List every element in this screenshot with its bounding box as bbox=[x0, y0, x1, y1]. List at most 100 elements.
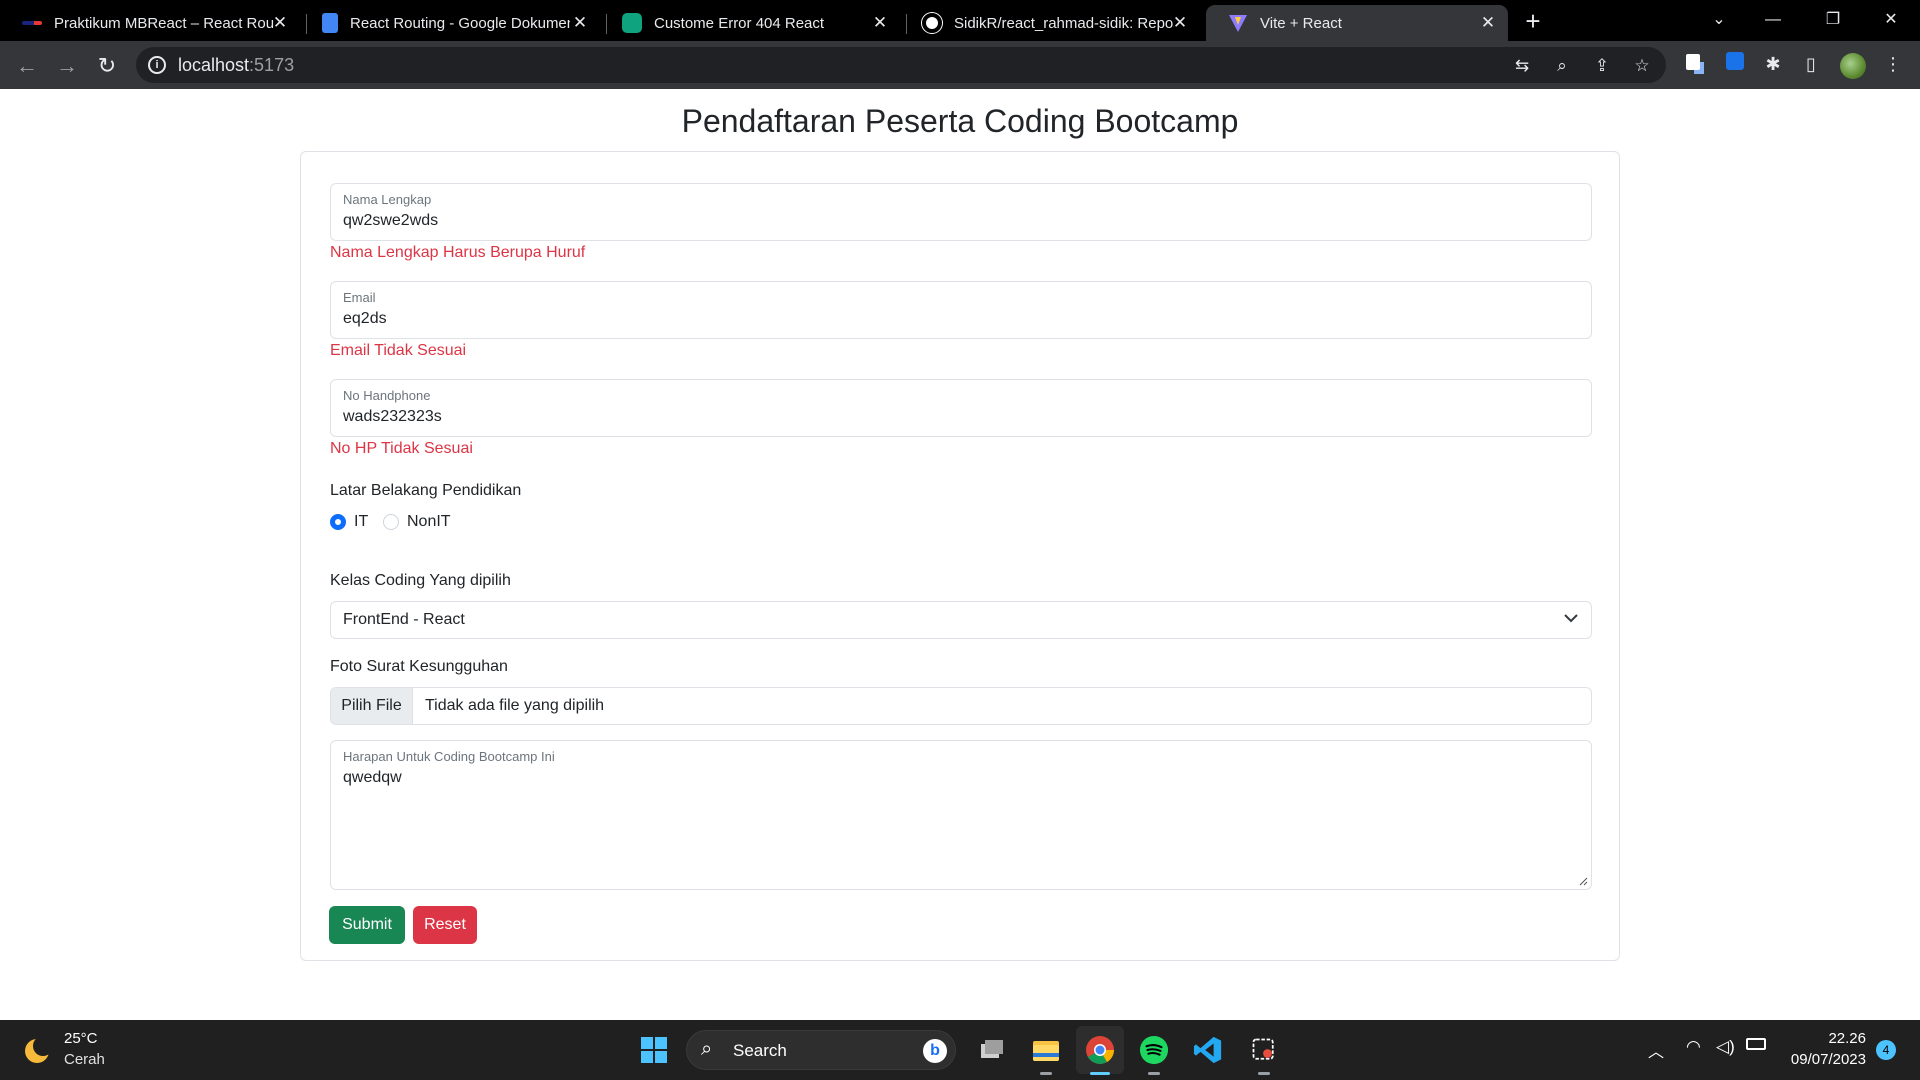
notification-badge[interactable]: 4 bbox=[1876, 1040, 1896, 1060]
pendidikan-radio-group: IT NonIT bbox=[330, 513, 630, 534]
clock-date[interactable]: 09/07/2023 bbox=[1786, 1051, 1866, 1068]
harapan-textarea[interactable]: Harapan Untuk Coding Bootcamp Ini qwedqw bbox=[330, 740, 1592, 890]
volume-icon[interactable]: ◁) bbox=[1716, 1037, 1735, 1057]
snipping-tool-icon[interactable] bbox=[1246, 1032, 1282, 1068]
page-title: Pendaftaran Peserta Coding Bootcamp bbox=[681, 103, 1239, 139]
extension-icon[interactable] bbox=[1680, 51, 1706, 77]
radio-nonit-label[interactable]: NonIT bbox=[407, 513, 451, 531]
mb-favicon-icon bbox=[22, 21, 42, 25]
taskbar-search-box[interactable]: ⌕ Search b bbox=[686, 1030, 956, 1070]
tab-close-icon[interactable]: ✕ bbox=[1478, 13, 1498, 33]
no-handphone-value[interactable]: wads232323s bbox=[343, 408, 442, 426]
minimize-button[interactable]: — bbox=[1750, 6, 1796, 34]
radio-nonit[interactable] bbox=[383, 514, 399, 530]
chrome-icon[interactable] bbox=[1082, 1032, 1118, 1068]
tab-github[interactable]: SidikR/react_rahmad-sidik: Repos ✕ bbox=[900, 5, 1200, 41]
tab-title: Vite + React bbox=[1260, 14, 1342, 32]
bookmark-star-icon[interactable]: ☆ bbox=[1630, 55, 1654, 77]
weather-moon-icon[interactable] bbox=[22, 1036, 53, 1066]
back-arrow-icon[interactable]: ← bbox=[12, 51, 42, 81]
tab-title: React Routing - Google Dokumen bbox=[350, 14, 570, 32]
no-handphone-error: No HP Tidak Sesuai bbox=[330, 440, 473, 457]
resize-handle-icon[interactable] bbox=[1578, 876, 1588, 886]
wifi-icon[interactable]: ◠ bbox=[1686, 1037, 1701, 1057]
reload-icon[interactable]: ↻ bbox=[92, 51, 122, 81]
nama-lengkap-value[interactable]: qw2swe2wds bbox=[343, 212, 438, 230]
close-window-button[interactable]: ✕ bbox=[1868, 6, 1914, 34]
weather-temp[interactable]: 25°C bbox=[64, 1030, 98, 1047]
windows-taskbar: 25°C Cerah ⌕ Search b ︿ ◠ ◁) 22.26 09/07… bbox=[0, 1020, 1920, 1080]
nama-lengkap-label: Nama Lengkap bbox=[343, 192, 432, 207]
spotify-icon[interactable] bbox=[1136, 1032, 1172, 1068]
email-value[interactable]: eq2ds bbox=[343, 310, 387, 328]
tab-vite-react[interactable]: Vite + React ✕ bbox=[1206, 5, 1508, 41]
url-host: localhost bbox=[178, 55, 250, 75]
kelas-select[interactable]: FrontEnd - React bbox=[330, 601, 1592, 639]
github-icon bbox=[922, 13, 942, 33]
tab-close-icon[interactable]: ✕ bbox=[870, 13, 890, 33]
no-handphone-field[interactable]: No Handphone wads232323s bbox=[330, 379, 1592, 437]
tab-close-icon[interactable]: ✕ bbox=[270, 13, 290, 33]
vscode-icon[interactable] bbox=[1190, 1032, 1226, 1068]
zoom-icon[interactable]: ⌕ bbox=[1550, 55, 1574, 77]
kelas-label: Kelas Coding Yang dipilih bbox=[330, 572, 511, 589]
vite-icon bbox=[1229, 15, 1247, 32]
bing-icon[interactable]: b bbox=[923, 1039, 947, 1063]
nama-lengkap-field[interactable]: Nama Lengkap qw2swe2wds bbox=[330, 183, 1592, 241]
running-indicator bbox=[1148, 1072, 1160, 1075]
weather-desc[interactable]: Cerah bbox=[64, 1051, 105, 1068]
profile-avatar[interactable] bbox=[1840, 53, 1866, 79]
tab-title: Praktikum MBReact – React Routi bbox=[54, 14, 274, 32]
translate-icon[interactable]: ⇆ bbox=[1510, 55, 1534, 77]
file-explorer-icon[interactable] bbox=[1028, 1032, 1064, 1068]
share-icon[interactable]: ⇪ bbox=[1590, 55, 1614, 77]
extensions-puzzle-icon[interactable]: ✱ bbox=[1760, 51, 1786, 77]
kelas-selected-value: FrontEnd - React bbox=[343, 611, 465, 628]
radio-it-label[interactable]: IT bbox=[354, 513, 368, 531]
choose-file-button[interactable]: Pilih File bbox=[331, 688, 413, 724]
forward-arrow-icon[interactable]: → bbox=[52, 51, 82, 81]
tab-close-icon[interactable]: ✕ bbox=[570, 13, 590, 33]
registration-form-card: Nama Lengkap qw2swe2wds Nama Lengkap Har… bbox=[300, 151, 1620, 961]
harapan-label: Harapan Untuk Coding Bootcamp Ini bbox=[343, 749, 555, 764]
tab-search-chevron-icon[interactable]: ⌄ bbox=[1696, 6, 1742, 34]
chatgpt-icon bbox=[622, 13, 642, 33]
pendidikan-label: Latar Belakang Pendidikan bbox=[330, 482, 522, 499]
menu-kebab-icon[interactable]: ⋮ bbox=[1880, 51, 1906, 77]
tab-close-icon[interactable]: ✕ bbox=[1170, 13, 1190, 33]
active-indicator bbox=[1090, 1072, 1110, 1075]
new-tab-button[interactable]: + bbox=[1520, 8, 1546, 34]
running-indicator bbox=[1258, 1072, 1270, 1075]
file-status-text: Tidak ada file yang dipilih bbox=[425, 697, 605, 714]
battery-icon[interactable] bbox=[1746, 1038, 1766, 1050]
restore-button[interactable]: ❐ bbox=[1810, 6, 1856, 34]
show-hidden-icons-chevron-icon[interactable]: ︿ bbox=[1648, 1038, 1664, 1062]
no-handphone-label: No Handphone bbox=[343, 388, 431, 403]
address-bar[interactable]: i localhost:5173 ⇆ ⌕ ⇪ ☆ bbox=[136, 47, 1666, 83]
search-label: Search bbox=[733, 1041, 787, 1060]
harapan-value[interactable]: qwedqw bbox=[343, 769, 402, 787]
submit-button[interactable]: Submit bbox=[329, 906, 405, 944]
browser-toolbar: ← → ↻ i localhost:5173 ⇆ ⌕ ⇪ ☆ ✱ ▯ ⋮ bbox=[0, 41, 1920, 89]
clock-time[interactable]: 22.26 bbox=[1802, 1030, 1866, 1047]
radio-it[interactable] bbox=[330, 514, 346, 530]
site-info-icon[interactable]: i bbox=[148, 56, 166, 74]
tab-title: Custome Error 404 React bbox=[654, 14, 825, 32]
nama-lengkap-error: Nama Lengkap Harus Berupa Huruf bbox=[330, 244, 586, 261]
search-icon: ⌕ bbox=[701, 1038, 713, 1060]
email-field[interactable]: Email eq2ds bbox=[330, 281, 1592, 339]
side-panel-icon[interactable]: ▯ bbox=[1798, 51, 1824, 77]
windows-start-icon[interactable] bbox=[636, 1032, 672, 1068]
task-view-icon[interactable] bbox=[974, 1032, 1010, 1068]
tab-title: SidikR/react_rahmad-sidik: Repos bbox=[954, 14, 1174, 32]
tab-google-docs[interactable]: React Routing - Google Dokumen ✕ bbox=[300, 5, 600, 41]
foto-label: Foto Surat Kesungguhan bbox=[330, 658, 508, 675]
tab-chatgpt[interactable]: Custome Error 404 React ✕ bbox=[600, 5, 900, 41]
extension-icon[interactable] bbox=[1722, 51, 1748, 77]
reset-button[interactable]: Reset bbox=[413, 906, 477, 944]
chevron-down-icon bbox=[1564, 614, 1578, 623]
tab-praktikum[interactable]: Praktikum MBReact – React Routi ✕ bbox=[0, 5, 300, 41]
url-text[interactable]: localhost:5173 bbox=[178, 55, 294, 76]
foto-file-input[interactable]: Pilih File Tidak ada file yang dipilih bbox=[330, 687, 1592, 725]
google-docs-icon bbox=[322, 13, 338, 33]
